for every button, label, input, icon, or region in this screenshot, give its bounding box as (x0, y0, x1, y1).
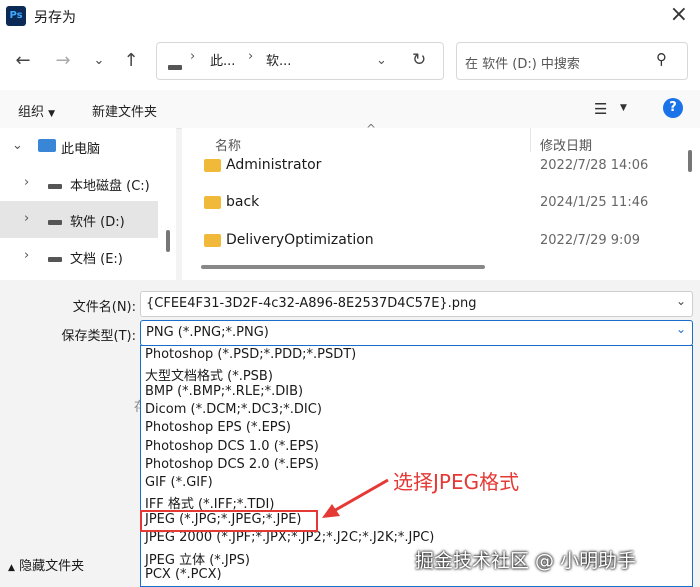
chevron-down-icon[interactable]: ⌄ (12, 138, 23, 153)
photoshop-app-icon: Ps (6, 6, 26, 26)
drive-icon (48, 176, 62, 195)
file-date: 2022/7/29 9:09 (540, 233, 640, 248)
file-name: Administrator (226, 157, 322, 173)
chevron-right-icon[interactable]: › (24, 211, 29, 226)
hide-folders-toggle[interactable]: ▲ 隐藏文件夹 (8, 555, 84, 574)
drive-icon (48, 212, 62, 231)
file-name: DeliveryOptimization (226, 232, 374, 248)
dropdown-option[interactable]: Photoshop EPS (*.EPS) (145, 420, 291, 435)
computer-icon (38, 139, 56, 152)
search-placeholder: 在 软件 (D:) 中搜索 (465, 57, 580, 72)
close-icon[interactable]: × (670, 2, 688, 27)
dropdown-option[interactable]: Dicom (*.DCM;*.DC3;*.DIC) (145, 402, 322, 417)
filename-value: {CFEE4F31-3D2F-4c32-A896-8E2537D4C57E}.p… (146, 296, 477, 311)
list-item[interactable]: DeliveryOptimization 2022/7/29 9:09 (182, 223, 682, 260)
recent-locations-chevron-icon[interactable]: ⌄ (88, 53, 110, 68)
filetype-value: PNG (*.PNG;*.PNG) (146, 325, 269, 340)
title-bar (0, 0, 700, 32)
file-list-horizontal-scrollbar[interactable] (201, 265, 485, 269)
tree-item-drive-c[interactable]: › 本地磁盘 (C:) (0, 165, 158, 202)
caret-up-icon: ▲ (8, 563, 15, 573)
dropdown-option[interactable]: Photoshop DCS 2.0 (*.EPS) (145, 457, 319, 472)
view-dropdown-caret-icon[interactable]: ▼ (620, 103, 627, 113)
drive-icon (168, 57, 182, 76)
folder-icon (204, 234, 221, 247)
tree-item-label: 文档 (E:) (70, 252, 123, 267)
sort-ascending-icon: ^ (366, 122, 377, 136)
filename-label: 文件名(N): (72, 300, 136, 315)
annotation-arrow-icon (322, 478, 389, 518)
view-options-icon[interactable]: ☰ (594, 100, 607, 118)
file-list-vertical-scrollbar[interactable] (688, 150, 692, 172)
organize-button[interactable]: 组织 ▼ (18, 101, 55, 120)
filetype-label: 保存类型(T): (61, 329, 136, 344)
chevron-right-icon: › (248, 49, 254, 64)
list-item[interactable]: Administrator 2022/7/28 14:06 (182, 148, 682, 185)
tree-item-label: 本地磁盘 (C:) (70, 179, 150, 194)
drive-icon (48, 249, 62, 268)
dropdown-caret-icon: ▼ (48, 109, 56, 119)
breadcrumb-software[interactable]: 软... (266, 50, 291, 69)
chevron-right-icon[interactable]: › (24, 175, 29, 190)
hide-folders-label: 隐藏文件夹 (19, 559, 85, 574)
folder-icon (204, 196, 221, 209)
nav-pane-scrollbar[interactable] (166, 230, 170, 252)
dropdown-option[interactable]: GIF (*.GIF) (145, 475, 213, 490)
file-date: 2022/7/28 14:06 (540, 158, 649, 173)
chevron-right-icon[interactable]: › (24, 248, 29, 263)
organize-label: 组织 (18, 105, 45, 120)
dropdown-option[interactable]: BMP (*.BMP;*.RLE;*.DIB) (145, 384, 303, 399)
folder-icon (204, 159, 221, 172)
tree-item-label: 此电脑 (61, 142, 101, 157)
tree-item-drive-d[interactable]: › 软件 (D:) (0, 201, 158, 238)
chevron-down-icon[interactable]: ⌄ (676, 294, 686, 308)
dropdown-option[interactable]: JPEG 2000 (*.JPF;*.JPX;*.JP2;*.J2C;*.J2K… (145, 530, 434, 545)
search-icon[interactable]: ⚲ (656, 50, 667, 68)
dropdown-option[interactable]: 大型文档格式 (*.PSB) (145, 365, 273, 384)
back-arrow-icon[interactable]: ← (12, 50, 34, 71)
jpeg-highlight-box (140, 510, 318, 532)
refresh-icon[interactable]: ↻ (412, 50, 426, 70)
forward-arrow-icon[interactable]: → (52, 50, 74, 71)
address-bar[interactable] (156, 42, 444, 80)
dropdown-option[interactable]: PCX (*.PCX) (145, 567, 222, 582)
annotation-text: 选择JPEG格式 (393, 470, 520, 494)
dropdown-option[interactable]: JPEG 立体 (*.JPS) (145, 549, 250, 568)
window-title: 另存为 (34, 10, 76, 26)
watermark: 掘金技术社区 @ 小明助手 (415, 550, 637, 572)
breadcrumb-this-pc[interactable]: 此... (210, 50, 235, 69)
new-folder-button[interactable]: 新建文件夹 (92, 101, 157, 120)
up-arrow-icon[interactable]: ↑ (120, 50, 142, 71)
file-date: 2024/1/25 11:46 (540, 195, 649, 210)
address-dropdown-chevron-icon[interactable]: ⌄ (376, 53, 387, 68)
chevron-right-icon: › (190, 49, 196, 64)
file-name: back (226, 194, 260, 210)
list-item[interactable]: back 2024/1/25 11:46 (182, 185, 682, 222)
dropdown-option[interactable]: Photoshop DCS 1.0 (*.EPS) (145, 439, 319, 454)
tree-item-this-pc[interactable]: ⌄ 此电脑 (0, 128, 158, 165)
tree-item-label: 软件 (D:) (70, 215, 125, 230)
help-icon[interactable]: ? (663, 98, 683, 118)
chevron-down-icon[interactable]: ⌄ (676, 322, 686, 336)
tree-item-drive-e[interactable]: › 文档 (E:) (0, 238, 158, 275)
dropdown-option[interactable]: Photoshop (*.PSD;*.PDD;*.PSDT) (145, 347, 356, 362)
